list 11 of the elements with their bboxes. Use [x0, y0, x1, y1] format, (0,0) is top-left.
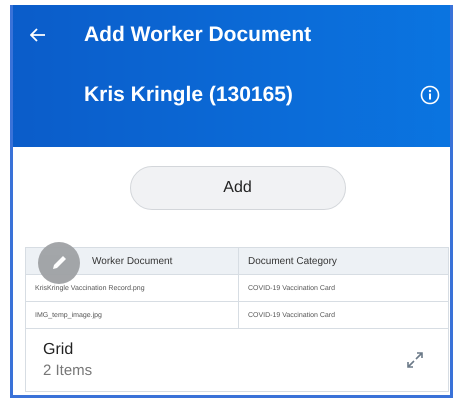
page-title: Add Worker Document	[84, 23, 312, 47]
add-button[interactable]: Add	[130, 166, 346, 210]
edit-button[interactable]	[38, 242, 80, 284]
column-header: Document Category	[239, 248, 448, 275]
worker-name: Kris Kringle (130165)	[84, 83, 293, 107]
item-count: 2 Items	[43, 362, 92, 379]
back-arrow-icon[interactable]	[30, 28, 46, 42]
grid-title: Grid	[43, 341, 74, 359]
pencil-icon	[50, 254, 68, 272]
info-icon[interactable]	[420, 85, 440, 105]
expand-icon[interactable]	[406, 351, 424, 369]
